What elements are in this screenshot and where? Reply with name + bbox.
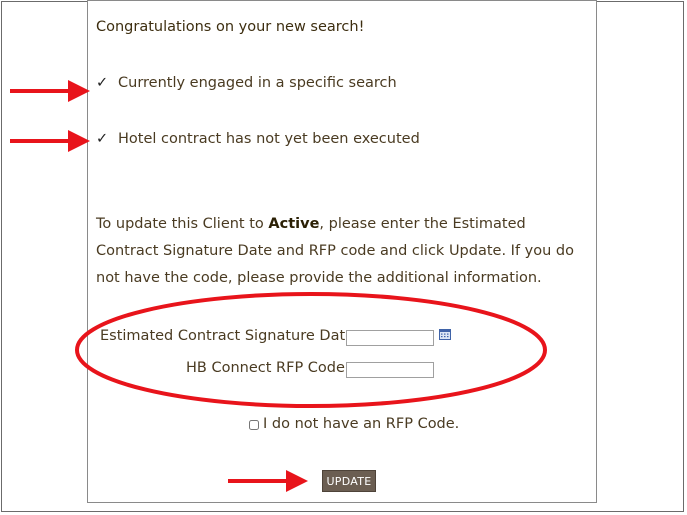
annotation-arrow-icon [10, 130, 90, 152]
annotation-arrow-icon [228, 470, 308, 492]
annotation-highlight-ellipse [75, 292, 547, 408]
annotation-arrow-icon [10, 80, 90, 102]
annotation-overlay [10, 80, 547, 492]
